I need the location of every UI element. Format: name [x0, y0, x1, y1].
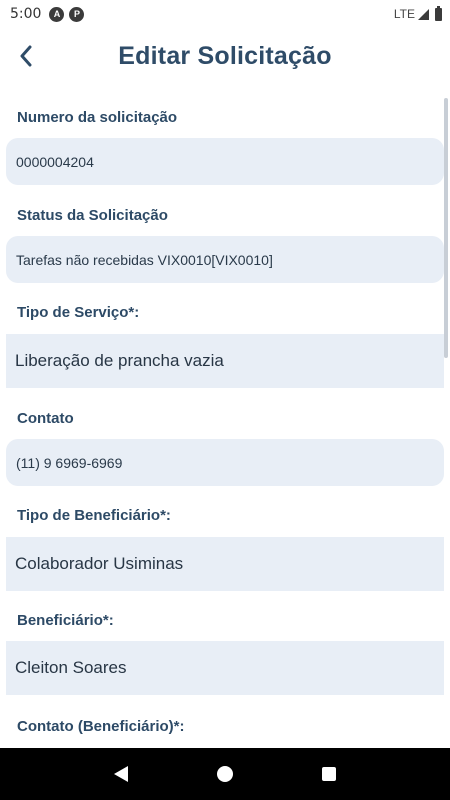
field-label: Numero da solicitação	[17, 109, 178, 126]
app-header: Editar Solicitação	[0, 28, 450, 84]
back-nav-icon[interactable]	[114, 766, 129, 782]
network-type: LTE	[393, 7, 415, 21]
status-bar: 5:00 A P LTE	[0, 0, 450, 28]
signal-icon	[418, 8, 429, 20]
app-notification-icon: P	[69, 6, 85, 22]
scrollbar[interactable]	[444, 98, 448, 358]
field-label: Contato	[17, 410, 74, 427]
request-number-field[interactable]: 0000004204	[6, 138, 444, 185]
field-label: Status da Solicitação	[17, 207, 168, 224]
home-nav-icon[interactable]	[216, 766, 233, 782]
field-label: Contato (Beneficiário)*:	[17, 718, 185, 735]
status-time: 5:00	[10, 6, 42, 22]
chevron-left-icon	[20, 45, 32, 67]
status-indicators: LTE	[393, 5, 442, 21]
battery-icon	[435, 5, 442, 21]
app-notification-icon: A	[49, 6, 65, 22]
contact-field[interactable]: (11) 9 6969-6969	[6, 439, 444, 486]
service-type-select[interactable]: Liberação de prancha vazia	[6, 334, 444, 388]
page-title: Editar Solicitação	[118, 41, 332, 70]
status-app-icons: A P	[49, 6, 85, 22]
field-label: Beneficiário*:	[17, 612, 114, 629]
back-button[interactable]	[8, 38, 44, 74]
request-status-field[interactable]: Tarefas não recebidas VIX0010[VIX0010]	[6, 236, 444, 283]
form-scroll-area[interactable]: Numero da solicitação 0000004204 Status …	[0, 84, 450, 748]
field-label: Tipo de Serviço*:	[17, 304, 140, 321]
beneficiary-type-select[interactable]: Colaborador Usiminas	[6, 537, 444, 591]
beneficiary-select[interactable]: Cleiton Soares	[6, 641, 444, 695]
recents-nav-icon[interactable]	[321, 767, 336, 781]
field-label: Tipo de Beneficiário*:	[17, 507, 171, 524]
system-nav-bar	[0, 748, 450, 800]
